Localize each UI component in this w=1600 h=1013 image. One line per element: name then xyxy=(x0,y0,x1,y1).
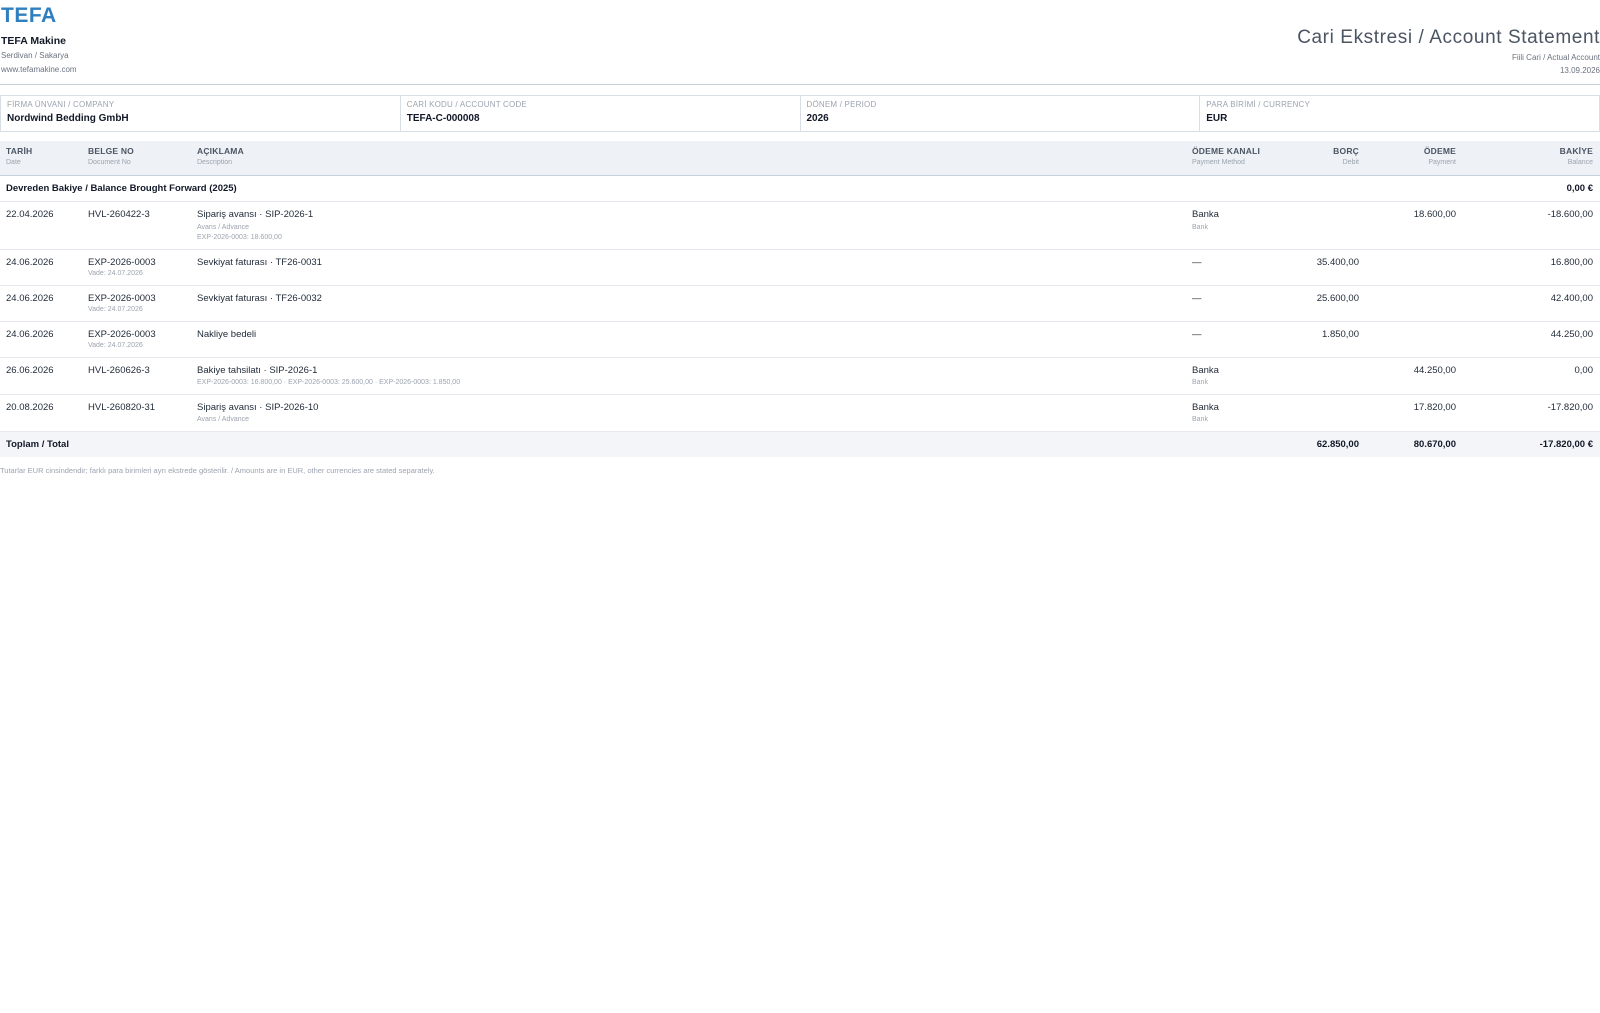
totals-debit: 62.850,00 xyxy=(1316,439,1359,450)
currency-footnote: Tutarlar EUR cinsindendir; farklı para b… xyxy=(0,466,435,475)
period-cell: DÖNEM / PERIOD 2026 xyxy=(801,96,1201,131)
account-code-cell: CARİ KODU / ACCOUNT CODE TEFA-C-000008 xyxy=(401,96,801,131)
row-payment: 17.820,00 xyxy=(1413,402,1456,413)
currency-cell: PARA BİRİMİ / CURRENCY EUR xyxy=(1200,96,1599,131)
row-payment-method-en: Bank xyxy=(1192,379,1208,386)
statement-page: TEFA TEFA Makine Serdivan / Sakarya www.… xyxy=(0,0,1600,1013)
row-payment: 18.600,00 xyxy=(1413,209,1456,220)
row-payment-method-en: Bank xyxy=(1192,416,1208,423)
table-row: 24.06.2026 EXP-2026-0003 Vade: 24.07.202… xyxy=(0,286,1600,322)
document-title: Cari Ekstresi / Account Statement xyxy=(1297,27,1600,48)
currency-value: EUR xyxy=(1206,113,1228,124)
table-row: 26.06.2026 HVL-260626-3 Bakiye tahsilatı… xyxy=(0,358,1600,395)
row-balance: 16.800,00 xyxy=(1550,257,1593,268)
company-website: www.tefamakine.com xyxy=(1,65,77,74)
col-balance-sub: Balance xyxy=(1567,159,1593,166)
opening-balance-row: Devreden Bakiye / Balance Brought Forwar… xyxy=(0,176,1600,202)
col-payment-header: ÖDEME xyxy=(1423,146,1456,156)
col-method-header: ÖDEME KANALI xyxy=(1192,146,1261,156)
row-payment-method: — xyxy=(1192,257,1202,268)
row-payment-method: Banka xyxy=(1192,402,1219,413)
account-code-label: CARİ KODU / ACCOUNT CODE xyxy=(406,100,527,109)
row-date: 22.04.2026 xyxy=(6,209,54,220)
row-description: Nakliye bedeli xyxy=(197,329,257,340)
col-date-header: TARİH xyxy=(6,146,33,156)
table-row: 20.08.2026 HVL-260820-31 Sipariş avansı … xyxy=(0,395,1600,432)
company-info-cell: FİRMA ÜNVANI / COMPANY Nordwind Bedding … xyxy=(1,96,401,131)
row-allocation-note: EXP-2026-0003: 18.600,00 xyxy=(197,234,282,241)
row-date: 20.08.2026 xyxy=(6,402,54,413)
row-document-no: HVL-260626-3 xyxy=(88,365,150,376)
row-description-note: Avans / Advance xyxy=(197,224,250,231)
row-payment-method-en: Bank xyxy=(1192,224,1208,231)
col-desc-header: AÇIKLAMA xyxy=(197,146,244,156)
row-document-no: EXP-2026-0003 xyxy=(88,293,156,304)
totals-balance: -17.820,00 € xyxy=(1539,439,1593,450)
col-desc-sub: Description xyxy=(197,159,233,166)
row-debit: 25.600,00 xyxy=(1316,293,1359,304)
opening-balance-value: 0,00 € xyxy=(1566,183,1593,194)
row-date: 24.06.2026 xyxy=(6,293,54,304)
row-balance: -18.600,00 xyxy=(1547,209,1593,220)
company-label: FİRMA ÜNVANI / COMPANY xyxy=(7,100,115,109)
row-payment-method: Banka xyxy=(1192,365,1219,376)
period-label: DÖNEM / PERIOD xyxy=(806,100,877,109)
row-payment-method: Banka xyxy=(1192,209,1219,220)
row-description: Sipariş avansı · SIP-2026-10 xyxy=(197,402,319,413)
account-info-box: FİRMA ÜNVANI / COMPANY Nordwind Bedding … xyxy=(0,95,1600,132)
row-balance: -17.820,00 xyxy=(1547,402,1593,413)
row-document-no: HVL-260820-31 xyxy=(88,402,156,413)
col-debit-header: BORÇ xyxy=(1333,146,1359,156)
totals-label: Toplam / Total xyxy=(6,439,69,450)
document-date: 13.09.2026 xyxy=(1559,66,1600,75)
row-payment-method: — xyxy=(1192,329,1202,340)
table-row: 22.04.2026 HVL-260422-3 Sipariş avansı ·… xyxy=(0,202,1600,250)
row-due-date: Vade: 24.07.2026 xyxy=(88,306,143,313)
col-payment-sub: Payment xyxy=(1428,159,1456,166)
period-value: 2026 xyxy=(806,113,829,124)
col-method-sub: Payment Method xyxy=(1192,159,1245,166)
statement-header: TEFA TEFA Makine Serdivan / Sakarya www.… xyxy=(0,0,1600,85)
col-date-sub: Date xyxy=(6,159,21,166)
row-description: Sevkiyat faturası · TF26-0032 xyxy=(197,293,322,304)
row-allocation-note: EXP-2026-0003: 16.800,00 · EXP-2026-0003… xyxy=(197,379,461,386)
row-debit: 35.400,00 xyxy=(1316,257,1359,268)
row-date: 26.06.2026 xyxy=(6,365,54,376)
row-document-no: EXP-2026-0003 xyxy=(88,257,156,268)
col-balance-header: BAKİYE xyxy=(1559,146,1593,156)
table-row: 24.06.2026 EXP-2026-0003 Vade: 24.07.202… xyxy=(0,250,1600,286)
row-payment: 44.250,00 xyxy=(1413,365,1456,376)
company-value: Nordwind Bedding GmbH xyxy=(7,113,129,124)
opening-balance-label: Devreden Bakiye / Balance Brought Forwar… xyxy=(6,183,237,194)
table-row: 24.06.2026 EXP-2026-0003 Vade: 24.07.202… xyxy=(0,322,1600,358)
row-payment-method: — xyxy=(1192,293,1202,304)
company-city: Serdivan / Sakarya xyxy=(1,51,69,60)
row-description-note: Avans / Advance xyxy=(197,416,250,423)
row-description: Bakiye tahsilatı · SIP-2026-1 xyxy=(197,365,318,376)
company-name: TEFA Makine xyxy=(1,35,66,47)
totals-row: Toplam / Total 62.850,00 80.670,00 -17.8… xyxy=(0,432,1600,457)
company-logo: TEFA xyxy=(1,4,57,27)
row-balance: 0,00 xyxy=(1574,365,1594,376)
totals-payment: 80.670,00 xyxy=(1413,439,1456,450)
row-description: Sevkiyat faturası · TF26-0031 xyxy=(197,257,322,268)
col-debit-sub: Debit xyxy=(1342,159,1359,166)
statement-table: TARİH Date BELGE NO Document No AÇIKLAMA… xyxy=(0,141,1600,457)
table-header: TARİH Date BELGE NO Document No AÇIKLAMA… xyxy=(0,141,1600,176)
row-document-no: EXP-2026-0003 xyxy=(88,329,156,340)
row-debit: 1.850,00 xyxy=(1322,329,1359,340)
row-balance: 44.250,00 xyxy=(1550,329,1593,340)
row-date: 24.06.2026 xyxy=(6,257,54,268)
document-subtitle: Fiili Cari / Actual Account xyxy=(1511,53,1600,62)
col-doc-sub: Document No xyxy=(88,159,131,166)
col-doc-header: BELGE NO xyxy=(88,146,134,156)
currency-label: PARA BİRİMİ / CURRENCY xyxy=(1206,100,1311,109)
row-due-date: Vade: 24.07.2026 xyxy=(88,270,143,277)
row-date: 24.06.2026 xyxy=(6,329,54,340)
row-description: Sipariş avansı · SIP-2026-1 xyxy=(197,209,314,220)
account-code-value: TEFA-C-000008 xyxy=(406,113,480,124)
row-document-no: HVL-260422-3 xyxy=(88,209,150,220)
row-due-date: Vade: 24.07.2026 xyxy=(88,342,143,349)
row-balance: 42.400,00 xyxy=(1550,293,1593,304)
